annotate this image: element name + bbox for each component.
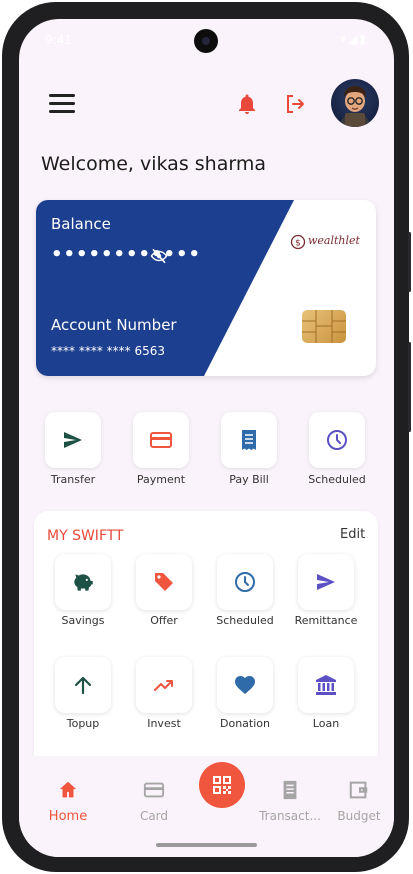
quick-action-pay-bill[interactable]: Pay Bill [214,412,284,486]
nav-label: Home [48,809,88,824]
nav-item-transactions[interactable]: Transact... [255,779,325,823]
logout-icon[interactable] [283,92,307,116]
bank-icon [316,675,336,695]
quick-action-payment[interactable]: Payment [126,412,196,486]
swiftt-item-label: Topup [66,717,100,730]
swiftt-item-invest[interactable]: Invest [125,657,203,730]
nav-label: Budget [337,809,381,823]
wallet-icon [349,781,368,799]
balance-card[interactable]: Balance •••••••••••• Account Number ****… [36,200,376,376]
chip-pattern [302,310,346,343]
nav-label: Transact... [259,809,321,823]
welcome-text: Welcome, vikas sharma [41,153,266,175]
quick-action-label: Payment [136,473,186,486]
my-swiftt-title: MY SWIFTT [47,528,124,544]
svg-text:$: $ [295,239,301,249]
nav-label: Card [139,809,169,823]
arrow-up-icon [74,676,92,695]
phone-frame: 9:41 ▾◢▮ Welcome, vikas sharma Balance •… [2,2,411,872]
status-time: 9:41 [45,33,72,47]
balance-masked: •••••••••••• [51,244,202,265]
coin-icon: $ [290,234,306,250]
nav-item-budget[interactable]: Budget [324,779,394,823]
brand-logo: $ wealthlet [290,232,360,254]
quick-action-label: Pay Bill [229,473,269,486]
card-chip [302,310,346,343]
quick-action-transfer[interactable]: Transfer [38,412,108,486]
swiftt-item-label: Scheduled [216,614,274,627]
swiftt-item-loan[interactable]: Loan [287,657,365,730]
swiftt-item-offer[interactable]: Offer [125,554,203,627]
credit-card-icon [150,432,172,448]
bell-icon[interactable] [235,92,259,116]
swiftt-item-label: Offer [150,614,178,627]
eye-off-icon[interactable] [150,247,168,265]
swiftt-item-scheduled[interactable]: Scheduled [206,554,284,627]
swiftt-item-label: Savings [61,614,105,627]
qr-scan-button[interactable] [199,762,245,808]
swiftt-item-remittance[interactable]: Remittance [287,554,365,627]
nav-item-home[interactable]: Home [33,779,103,824]
nav-item-card[interactable]: Card [119,779,189,823]
swiftt-item-topup[interactable]: Topup [44,657,122,730]
balance-label: Balance [51,215,111,233]
send-icon [64,432,82,448]
swiftt-item-savings[interactable]: Savings [44,554,122,627]
camera-cutout [194,29,218,53]
quick-action-label: Transfer [50,473,96,486]
quick-action-scheduled[interactable]: Scheduled [302,412,372,486]
clock-icon [235,572,255,592]
swiftt-item-label: Donation [220,717,270,730]
receipt-icon [283,780,297,800]
trending-up-icon [154,680,173,691]
home-indicator[interactable] [156,843,257,847]
tag-icon [155,573,173,591]
account-number-masked: **** **** **** 6563 [51,344,165,358]
heart-icon [235,676,255,694]
home-icon [59,781,77,798]
swiftt-item-label: Invest [147,717,181,730]
piggy-bank-icon [74,574,93,591]
avatar-illustration [339,86,371,127]
power-button [408,342,411,432]
brand-name: wealthlet [308,234,360,247]
swiftt-item-donation[interactable]: Donation [206,657,284,730]
swiftt-item-label: Remittance [294,614,358,627]
my-swiftt-panel: MY SWIFTT Edit Savings Offer Scheduled R… [34,511,378,771]
volume-button [408,232,411,292]
swiftt-item-label: Loan [312,717,340,730]
bottom-nav: Home Card Transact... Budget [19,756,394,857]
send-icon [317,574,335,590]
app-screen: 9:41 ▾◢▮ Welcome, vikas sharma Balance •… [19,19,394,857]
quick-action-label: Scheduled [308,473,366,486]
hamburger-menu-icon[interactable] [49,94,75,114]
qr-code-icon [213,776,231,794]
avatar[interactable] [331,79,379,127]
status-icons: ▾◢▮ [340,32,368,46]
receipt-icon [242,430,256,450]
clock-icon [327,430,347,450]
account-number-label: Account Number [51,316,177,334]
edit-link[interactable]: Edit [340,527,365,542]
card-icon [143,782,165,798]
